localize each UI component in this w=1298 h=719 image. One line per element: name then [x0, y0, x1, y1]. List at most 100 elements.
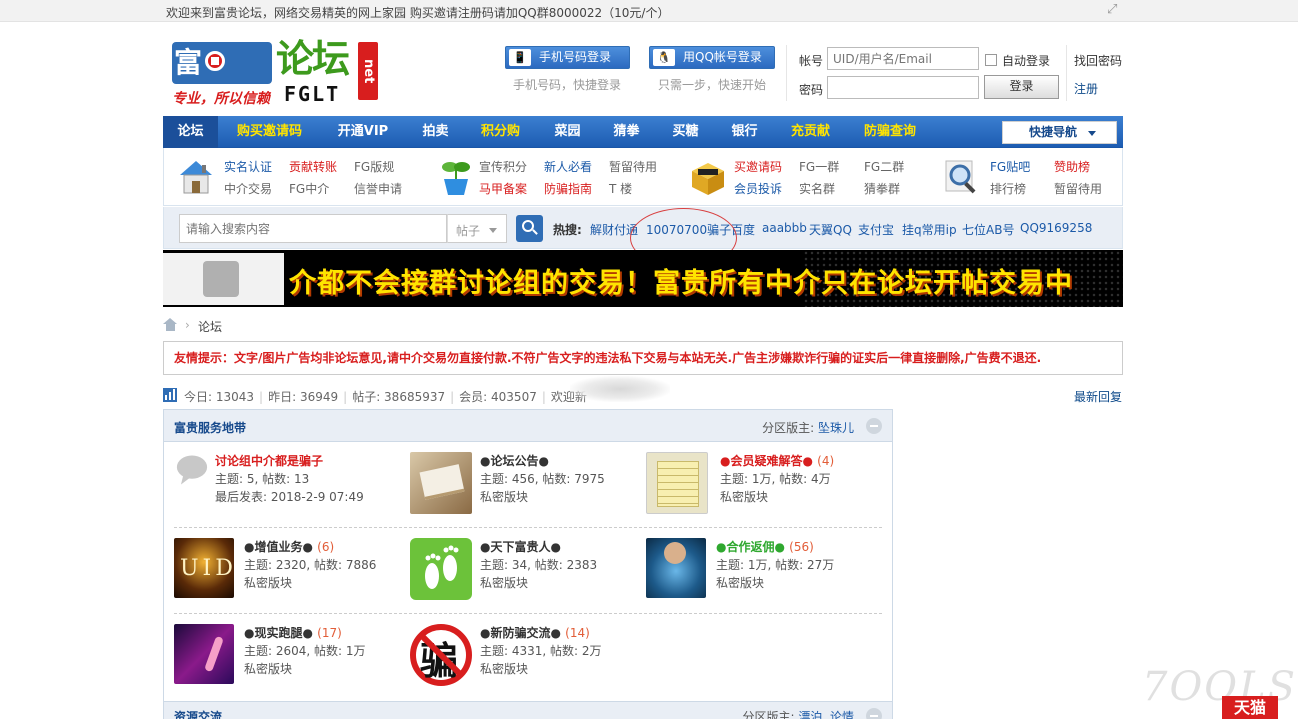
- forum-private: 私密版块: [716, 576, 765, 590]
- nav-item-fraud-check[interactable]: 防骗查询: [855, 116, 925, 148]
- nav-item-bank[interactable]: 银行: [722, 116, 767, 148]
- main-nav: 论坛 购买邀请码 开通VIP 拍卖 积分购 菜园 猜拳 买糖 银行 充贡献 防骗…: [163, 116, 1123, 148]
- stat-posts: 帖子: 38685937: [352, 390, 446, 404]
- search-type-select[interactable]: 帖子: [447, 214, 507, 243]
- link-newbie[interactable]: 新人必看: [544, 158, 592, 175]
- speech-bubble-icon: [176, 455, 208, 485]
- stat-today: 今日: 13043: [184, 390, 255, 404]
- hot-search-item[interactable]: QQ9169258: [1020, 221, 1092, 235]
- nav-item-vip[interactable]: 开通VIP: [328, 116, 398, 148]
- hot-search-item[interactable]: aaabbb: [762, 221, 807, 235]
- forum-title[interactable]: ●增值业务● (6): [244, 538, 334, 555]
- nav-item-candy[interactable]: 买糖: [663, 116, 708, 148]
- login-button[interactable]: 登录: [984, 75, 1059, 99]
- link-promo-points[interactable]: 宣传积分: [479, 158, 527, 175]
- stat-members: 会员: 403507: [459, 390, 537, 404]
- link-fg-group-2[interactable]: FG二群: [864, 158, 904, 175]
- hot-search-item[interactable]: 支付宝: [858, 221, 894, 238]
- forum-title[interactable]: ●合作返佣● (56): [716, 538, 814, 555]
- hot-search-item[interactable]: 挂q常用ip: [902, 221, 957, 238]
- forum-title[interactable]: ●现实跑腿● (17): [244, 624, 342, 641]
- auto-login-checkbox[interactable]: [985, 54, 997, 66]
- link-fg-tieba[interactable]: FG贴吧: [990, 158, 1030, 175]
- new-count: (17): [317, 626, 342, 640]
- nav-item-rps[interactable]: 猜拳: [604, 116, 649, 148]
- link-t-floor[interactable]: T 楼: [609, 180, 632, 197]
- link-reserved-1[interactable]: 暂留待用: [609, 158, 657, 175]
- welcome-message: 欢迎来到富贵论坛，网络交易精英的网上家园 购买邀请注册码请加QQ群8000022…: [166, 6, 670, 20]
- blurred-area: [570, 376, 670, 402]
- book-icon: [410, 452, 472, 514]
- breadcrumb-separator: ›: [185, 318, 190, 332]
- forum-item[interactable]: ●天下富贵人● 主题: 34, 帖数: 2383 私密版块: [410, 538, 650, 608]
- collapse-icon[interactable]: [866, 418, 882, 434]
- plant-icon: [442, 162, 470, 195]
- register-link[interactable]: 注册: [1074, 80, 1098, 97]
- forum-item[interactable]: UID ●增值业务● (6) 主题: 2320, 帖数: 7886 私密版块: [174, 538, 414, 608]
- section-title[interactable]: 富贵服务地带: [174, 419, 246, 436]
- puzzle-piece-icon: [203, 261, 239, 297]
- link-escrow[interactable]: 中介交易: [224, 180, 272, 197]
- nav-item-forum[interactable]: 论坛: [163, 116, 218, 148]
- forum-item[interactable]: ●论坛公告● 主题: 456, 帖数: 7975 私密版块: [410, 452, 650, 522]
- link-complaint[interactable]: 会员投诉: [734, 180, 782, 197]
- forum-title[interactable]: ●新防骗交流● (14): [480, 624, 590, 641]
- forum-item[interactable]: 讨论组中介都是骗子 主题: 5, 帖数: 13 最后发表: 2018-2-9 0…: [174, 452, 414, 522]
- hot-search-item[interactable]: 天翼QQ: [809, 221, 852, 238]
- link-credit-apply[interactable]: 信誉申请: [354, 180, 402, 197]
- forum-private: 私密版块: [480, 662, 529, 676]
- moderator-link[interactable]: 坠珠儿: [818, 421, 854, 435]
- forgot-password-link[interactable]: 找回密码: [1074, 52, 1122, 69]
- phone-login-button[interactable]: 📱 手机号码登录: [505, 46, 630, 69]
- logo-net: net: [358, 42, 378, 100]
- site-logo[interactable]: 富 贵 论坛 net 专业，所以信赖 FGLT: [172, 38, 382, 121]
- link-rules[interactable]: FG版规: [354, 158, 394, 175]
- maximize-icon[interactable]: ⤢: [1107, 3, 1121, 17]
- search-button[interactable]: [516, 215, 543, 242]
- forum-item[interactable]: ●合作返佣● (56) 主题: 1万, 帖数: 27万 私密版块: [646, 538, 886, 608]
- forum-item[interactable]: 骗 ●新防骗交流● (14) 主题: 4331, 帖数: 2万 私密版块: [410, 624, 650, 694]
- password-input[interactable]: [827, 76, 979, 99]
- link-fg-escrow[interactable]: FG中介: [289, 180, 329, 197]
- link-transfer[interactable]: 贡献转账: [289, 158, 337, 175]
- qq-login-button[interactable]: 🐧 用QQ帐号登录: [649, 46, 775, 69]
- hot-search-item[interactable]: 七位AB号: [962, 221, 1014, 238]
- link-sponsor-board[interactable]: 赞助榜: [1054, 158, 1090, 175]
- nav-item-auction[interactable]: 拍卖: [413, 116, 458, 148]
- forum-item[interactable]: ●会员疑难解答● (4) 主题: 1万, 帖数: 4万 私密版块: [646, 452, 886, 522]
- collapse-icon[interactable]: [866, 708, 882, 719]
- forum-title[interactable]: 讨论组中介都是骗子: [215, 452, 323, 469]
- chevron-down-icon: [1088, 131, 1096, 136]
- link-alt-register[interactable]: 马甲备案: [479, 180, 527, 197]
- breadcrumb-current[interactable]: 论坛: [198, 318, 222, 335]
- nav-item-points-buy[interactable]: 积分购: [473, 116, 528, 148]
- forum-item[interactable]: ●现实跑腿● (17) 主题: 2604, 帖数: 1万 私密版块: [174, 624, 414, 694]
- account-input[interactable]: [827, 47, 979, 70]
- link-realname-group[interactable]: 实名群: [799, 180, 835, 197]
- latest-replies-link[interactable]: 最新回复: [1074, 388, 1122, 405]
- moderator-link[interactable]: 漂泊, 论情: [798, 710, 854, 719]
- forum-title[interactable]: ●会员疑难解答● (4): [720, 452, 834, 469]
- link-fg-group-1[interactable]: FG一群: [799, 158, 839, 175]
- link-rps-group[interactable]: 猜拳群: [864, 180, 900, 197]
- link-reserved-2[interactable]: 暂留待用: [1054, 180, 1102, 197]
- link-realname[interactable]: 实名认证: [224, 158, 272, 175]
- quick-nav-button[interactable]: 快捷导航: [1002, 121, 1117, 144]
- search-input[interactable]: [179, 214, 447, 243]
- forum-title[interactable]: ●天下富贵人●: [480, 538, 561, 555]
- link-buy-invite[interactable]: 买邀请码: [734, 158, 782, 175]
- link-anti-fraud-guide[interactable]: 防骗指南: [544, 180, 592, 197]
- section-header: 富贵服务地带 分区版主: 坠珠儿: [164, 410, 892, 442]
- forum-section-2-header: 资源交流 分区版主: 漂泊, 论情: [163, 701, 893, 719]
- nav-item-garden[interactable]: 菜园: [545, 116, 590, 148]
- ad-banner[interactable]: 介都不会接群讨论组的交易！富贵所有中介只在论坛开帖交易中: [163, 250, 1123, 307]
- forum-stats-line: 主题: 1万, 帖数: 4万: [720, 472, 831, 486]
- home-icon[interactable]: [163, 318, 178, 331]
- forum-title[interactable]: ●论坛公告●: [480, 452, 549, 469]
- link-ranking[interactable]: 排行榜: [990, 180, 1026, 197]
- forum-last-post: 最后发表: 2018-2-9 07:49: [215, 490, 364, 504]
- logo-abbr: FGLT: [284, 82, 341, 106]
- nav-item-contribute[interactable]: 充贡献: [783, 116, 838, 148]
- section-title[interactable]: 资源交流: [174, 708, 222, 719]
- nav-item-buy-invite[interactable]: 购买邀请码: [227, 116, 312, 148]
